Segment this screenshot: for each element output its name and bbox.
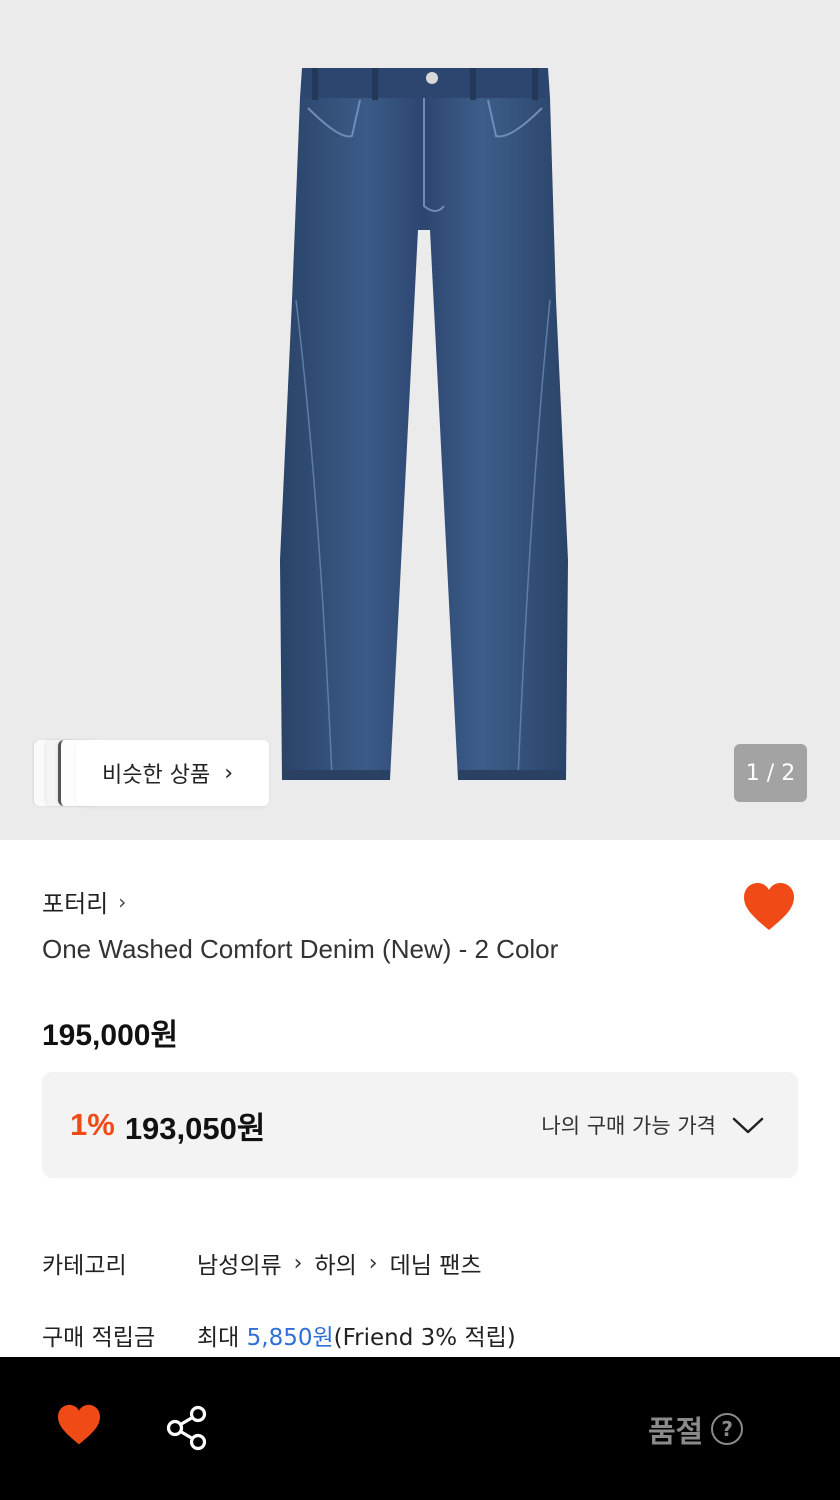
category-key: 카테고리 xyxy=(42,1253,127,1279)
points-key: 구매 적립금 xyxy=(42,1325,156,1351)
help-icon[interactable]: ? xyxy=(711,1413,744,1445)
chevron-right-icon: › xyxy=(118,889,127,914)
category-crumb[interactable]: 하의 xyxy=(314,1246,356,1280)
heart-icon[interactable] xyxy=(742,882,796,932)
points-row: 구매 적립금 최대 5,850원 (Friend 3% 적립) xyxy=(42,1318,516,1352)
points-suffix: (Friend 3% 적립) xyxy=(333,1325,516,1351)
share-icon[interactable] xyxy=(164,1405,210,1451)
similar-products-label: 비슷한 상품 xyxy=(102,763,211,788)
product-price: 195,000원 xyxy=(42,1019,179,1052)
category-crumb[interactable]: 남성의류 xyxy=(197,1246,282,1280)
my-price: 193,050원 xyxy=(124,1110,266,1146)
my-price-box[interactable]: 1% 193,050원 나의 구매 가능 가격 xyxy=(42,1072,798,1178)
similar-products-pill[interactable]: 비슷한 상품 › xyxy=(76,740,269,806)
similar-products-thumbnails xyxy=(34,740,98,806)
points-prefix: 최대 xyxy=(197,1325,247,1351)
brand-name: 포터리 xyxy=(42,890,109,918)
image-counter: 1 / 2 xyxy=(734,744,807,802)
product-image-jeans xyxy=(280,68,568,780)
my-price-label: 나의 구매 가능 가격 xyxy=(541,1114,716,1138)
category-row: 카테고리 남성의류 › 하의 › 데님 팬츠 xyxy=(42,1246,482,1280)
chevron-down-icon[interactable] xyxy=(732,1115,764,1135)
product-image-gallery[interactable]: 비슷한 상품 › 1 / 2 xyxy=(0,0,840,840)
chevron-right-icon: › xyxy=(224,760,234,786)
chevron-right-icon: › xyxy=(293,1250,303,1276)
brand-link[interactable]: 포터리 › xyxy=(42,884,126,919)
chevron-right-icon: › xyxy=(368,1250,378,1276)
heart-icon[interactable] xyxy=(56,1404,102,1446)
sold-out-label: 품절 xyxy=(648,1415,704,1450)
discount-rate: 1% xyxy=(70,1107,115,1142)
sold-out-status: 품절 ? xyxy=(648,1407,744,1451)
similar-products-button[interactable]: 비슷한 상품 › xyxy=(34,740,269,806)
product-title: One Washed Comfort Denim (New) - 2 Color xyxy=(42,934,559,964)
bottom-action-bar: 품절 ? xyxy=(0,1357,840,1500)
points-amount: 5,850원 xyxy=(246,1325,334,1351)
category-crumb[interactable]: 데님 팬츠 xyxy=(390,1246,482,1280)
